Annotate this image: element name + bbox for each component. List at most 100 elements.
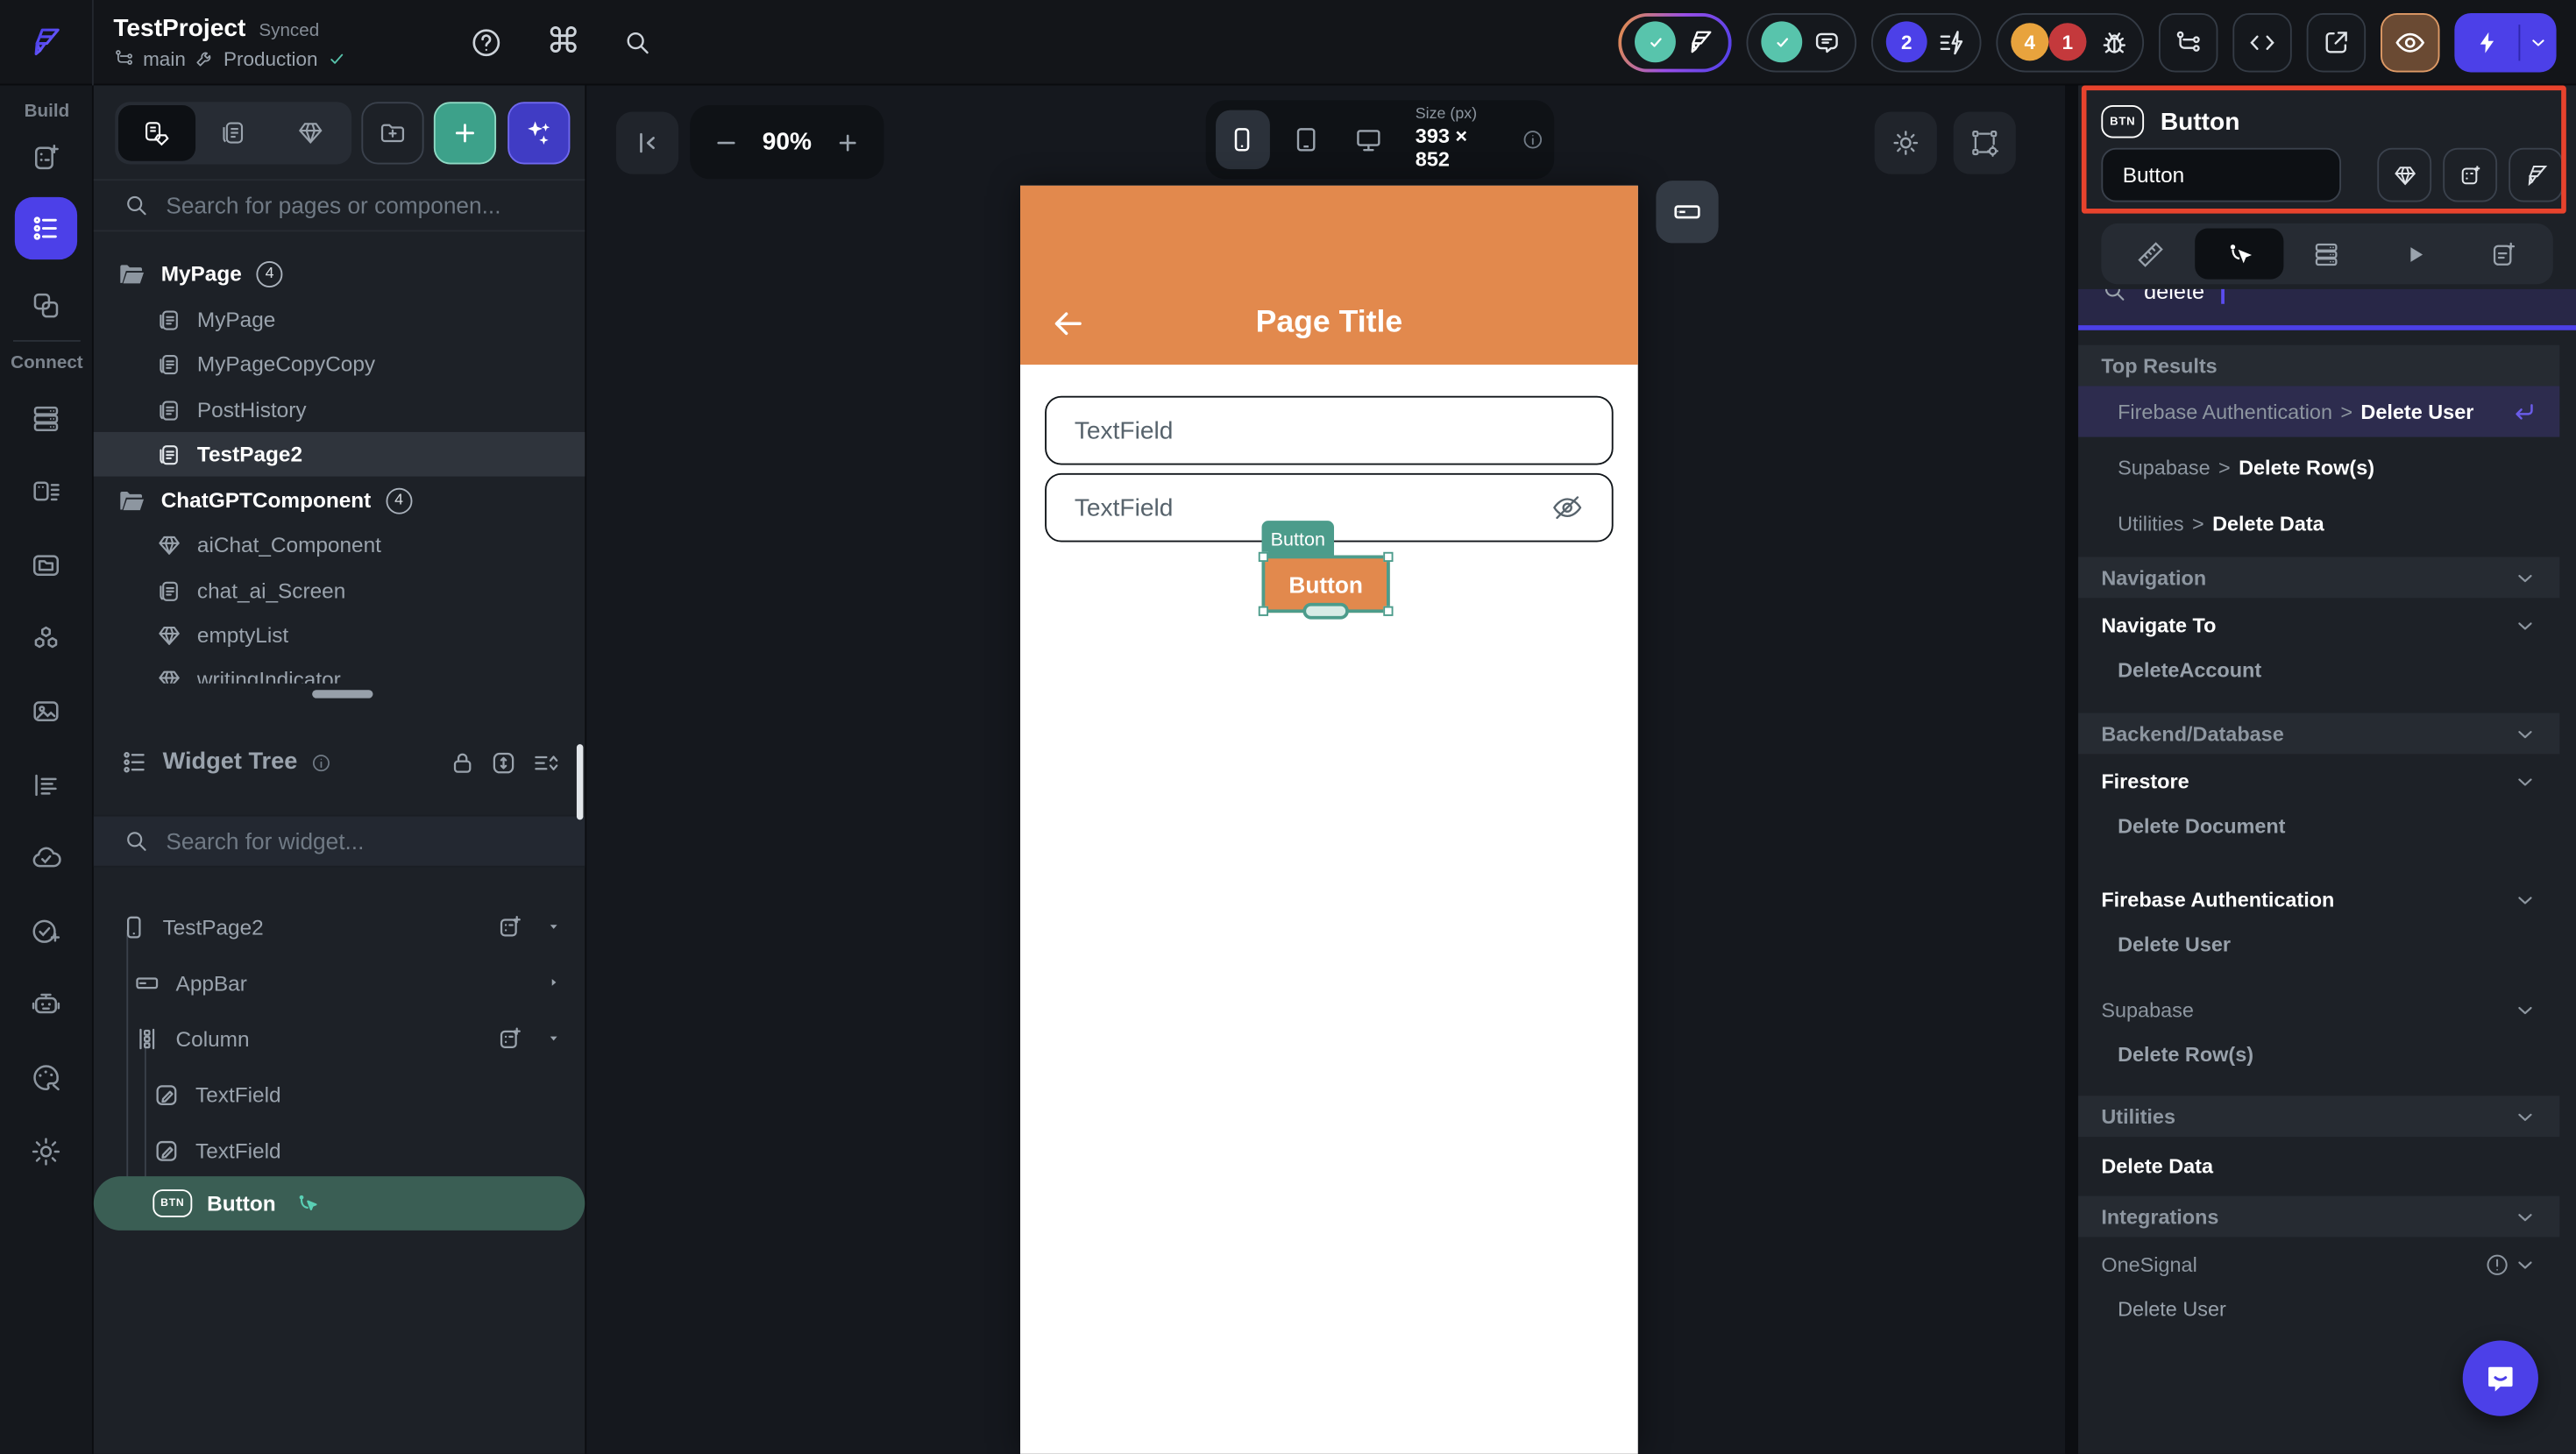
command-icon[interactable]: ⌘: [546, 25, 580, 59]
run-icon[interactable]: [2454, 12, 2518, 71]
run-options-chevron-icon[interactable]: [2520, 12, 2556, 71]
row-menu-caret-icon[interactable]: [545, 919, 562, 935]
comments-button[interactable]: [1746, 12, 1857, 72]
preview-app-bar[interactable]: Page Title: [1020, 185, 1638, 365]
group-firestore[interactable]: Firestore: [2078, 759, 2559, 805]
rail-widget-tree-icon[interactable]: [14, 196, 78, 260]
page-row-mypagecopycopy[interactable]: MyPageCopyCopy: [94, 342, 585, 387]
expand-row-caret-icon[interactable]: [545, 975, 562, 991]
lock-icon[interactable]: [449, 748, 477, 777]
run-deploy-button[interactable]: [2454, 12, 2557, 72]
rail-storage-icon[interactable]: [30, 549, 62, 581]
appbar-quick-button[interactable]: [1656, 181, 1719, 244]
view-code-button[interactable]: [2232, 12, 2292, 72]
environment-name[interactable]: Production: [224, 46, 318, 69]
theme-mode-button[interactable]: [1874, 111, 1937, 174]
action-delete-document[interactable]: Delete Document: [2118, 815, 2285, 838]
panel-vertical-scrollbar[interactable]: [576, 744, 584, 820]
zoom-level[interactable]: 90%: [763, 128, 812, 156]
tree-row-textfield-1[interactable]: TextField: [94, 1069, 585, 1118]
resize-handle-nw[interactable]: [1258, 551, 1269, 563]
rail-settings-icon[interactable]: [30, 1135, 62, 1167]
component-row-emptylist[interactable]: emptyList: [94, 613, 585, 657]
tree-row-appbar[interactable]: AppBar: [94, 958, 585, 1007]
action-delete-account[interactable]: DeleteAccount: [2118, 659, 2261, 682]
section-header-utilities[interactable]: Utilities: [2078, 1096, 2560, 1138]
group-navigate-to[interactable]: Navigate To: [2078, 603, 2559, 649]
rail-tests-icon[interactable]: [30, 915, 62, 947]
result-row-supabase-delete-rows[interactable]: Supabase > Delete Row(s): [2078, 442, 2559, 493]
tab-components[interactable]: [272, 105, 348, 161]
rail-page-add-icon[interactable]: [30, 141, 62, 174]
rail-ai-agent-icon[interactable]: [30, 988, 62, 1020]
rail-components-icon[interactable]: [30, 289, 62, 322]
share-button[interactable]: [2306, 12, 2367, 72]
result-row-firebase-delete-user[interactable]: Firebase Authentication > Delete User: [2078, 386, 2560, 437]
preview-button[interactable]: [2381, 12, 2440, 72]
action-utilities-delete-data[interactable]: Delete Data: [2078, 1144, 2559, 1189]
expand-collapse-icon[interactable]: [490, 748, 518, 777]
resize-handle-sw[interactable]: [1258, 606, 1269, 616]
tree-row-column[interactable]: Column: [94, 1014, 585, 1063]
action-supabase-delete-rows[interactable]: Delete Row(s): [2118, 1043, 2253, 1066]
rail-api-icon[interactable]: [30, 475, 62, 507]
folder-row-mypage[interactable]: MyPage 4: [94, 252, 585, 296]
resize-handle-ne[interactable]: [1383, 551, 1394, 563]
group-firebase-authentication[interactable]: Firebase Authentication: [2078, 877, 2559, 923]
zoom-in-icon[interactable]: [834, 129, 861, 155]
component-row-aichat[interactable]: aiChat_Component: [94, 522, 585, 567]
collapse-panel-button[interactable]: [615, 111, 679, 174]
panel-divider[interactable]: [2065, 85, 2079, 1454]
optimizations-button[interactable]: 2: [1870, 12, 1982, 72]
project-name[interactable]: TestProject: [113, 14, 245, 42]
row-menu-caret-icon[interactable]: [545, 1030, 562, 1046]
app-logo[interactable]: [0, 0, 94, 85]
device-tablet-button[interactable]: [1279, 110, 1332, 169]
tab-actions[interactable]: [2194, 228, 2283, 280]
resize-handle-bottom[interactable]: [1302, 602, 1349, 620]
size-value[interactable]: 393 × 852: [1416, 125, 1499, 173]
zoom-out-icon[interactable]: [713, 129, 739, 155]
issues-button[interactable]: 4 1: [1996, 12, 2145, 72]
add-page-button[interactable]: [433, 102, 497, 165]
rail-cloud-functions-icon[interactable]: [30, 841, 62, 874]
rail-localization-icon[interactable]: [30, 769, 62, 801]
rail-database-icon[interactable]: [30, 402, 62, 435]
rail-integrations-icon[interactable]: [30, 622, 62, 655]
tab-pages[interactable]: [195, 105, 271, 161]
branch-name[interactable]: main: [143, 46, 186, 69]
phone-preview[interactable]: Page Title TextField TextField Button Bu…: [1020, 185, 1638, 1454]
section-header-navigation[interactable]: Navigation: [2078, 557, 2560, 599]
device-phone-button[interactable]: [1216, 110, 1269, 170]
publish-status-button[interactable]: [1618, 12, 1731, 71]
rail-theme-icon[interactable]: [30, 1061, 62, 1094]
group-supabase[interactable]: Supabase: [2078, 988, 2559, 1033]
help-icon[interactable]: [471, 25, 503, 59]
canvas-settings-button[interactable]: [1953, 111, 2016, 174]
add-folder-button[interactable]: [361, 102, 424, 165]
tab-animations[interactable]: [2371, 229, 2459, 280]
tab-documentation[interactable]: [2459, 229, 2548, 280]
add-widget-icon[interactable]: [496, 912, 524, 940]
section-header-backend[interactable]: Backend/Database: [2078, 713, 2560, 755]
device-desktop-button[interactable]: [1342, 110, 1395, 169]
resize-handle-se[interactable]: [1383, 606, 1394, 616]
support-chat-fab[interactable]: [2462, 1340, 2538, 1416]
tab-pages-and-components[interactable]: [117, 104, 195, 161]
branch-menu-button[interactable]: [2158, 12, 2218, 72]
global-search-icon[interactable]: [623, 25, 653, 59]
folder-row-chatgptcomponent[interactable]: ChatGPTComponent 4: [94, 478, 585, 522]
add-widget-icon[interactable]: [496, 1025, 524, 1053]
page-row-posthistory[interactable]: PostHistory: [94, 387, 585, 432]
widget-search-input[interactable]: Search for widget...: [93, 814, 585, 868]
pages-search-input[interactable]: Search for pages or componen...: [93, 179, 585, 232]
page-row-chataiscreen[interactable]: chat_ai_Screen: [94, 569, 585, 614]
tree-options-icon[interactable]: [530, 748, 558, 777]
section-header-integrations[interactable]: Integrations: [2078, 1195, 2560, 1238]
tree-row-button-selected[interactable]: BTN Button: [93, 1176, 585, 1231]
action-firebase-delete-user[interactable]: Delete User: [2118, 933, 2231, 956]
page-row-mypage[interactable]: MyPage: [94, 297, 585, 342]
rail-media-icon[interactable]: [30, 695, 62, 727]
tab-properties[interactable]: [2106, 229, 2195, 280]
component-row-writingindicator[interactable]: writingIndicator: [94, 657, 585, 684]
